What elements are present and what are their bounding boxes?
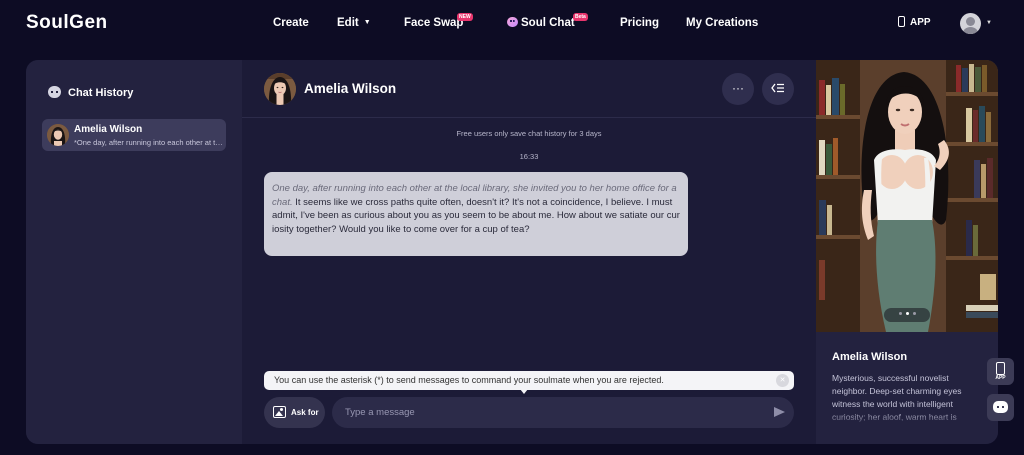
profile-description: Mysterious, successful novelist neighbor… (832, 373, 962, 422)
more-horizontal-icon: ··· (732, 81, 744, 95)
send-icon[interactable] (774, 407, 785, 417)
soul-chat-icon (507, 17, 518, 27)
collapse-panel-icon (771, 83, 784, 93)
nav-edit-label: Edit (337, 17, 359, 29)
history-item-preview: *One day, after running into each other … (74, 138, 224, 147)
nav-create[interactable]: Create (273, 17, 309, 29)
more-options-button[interactable]: ··· (722, 73, 754, 105)
new-badge: NEW (457, 13, 473, 21)
profile-photo[interactable] (816, 60, 998, 332)
nav-soul-chat-label: Soul Chat (521, 17, 575, 29)
beta-badge: Beta (573, 13, 588, 21)
chat-history-label: Chat History (68, 87, 134, 99)
close-icon[interactable]: ✕ (776, 374, 789, 387)
profile-name: Amelia Wilson (832, 351, 908, 363)
chat-history-item[interactable]: Amelia Wilson *One day, after running in… (42, 119, 226, 151)
floating-chat-button[interactable] (987, 394, 1014, 421)
soulgen-logo[interactable]: SoulGen (26, 12, 108, 34)
carousel-dot[interactable] (898, 312, 902, 316)
history-notice: Free users only save chat history for 3 … (456, 129, 602, 138)
chevron-down-icon: ▼ (363, 19, 371, 26)
chat-area: Amelia Wilson ··· Free users only save c… (242, 60, 816, 444)
image-icon (273, 406, 286, 418)
carousel-dot[interactable] (912, 312, 916, 316)
avatar[interactable] (264, 73, 296, 105)
nav-soul-chat[interactable]: Soul Chat Beta (507, 13, 588, 29)
tooltip-arrow (520, 389, 528, 394)
incoming-message: One day, after running into each other a… (264, 172, 688, 256)
message-input[interactable] (332, 397, 794, 428)
avatar (47, 124, 69, 146)
phone-icon (996, 362, 1005, 375)
chevron-down-icon[interactable]: ▼ (986, 20, 992, 26)
message-text: It seems like we cross paths quite often… (272, 196, 680, 235)
message-timestamp: 16:33 (519, 152, 539, 161)
user-avatar[interactable] (960, 13, 981, 34)
nav-face-swap[interactable]: Face Swap NEW (404, 13, 473, 29)
chat-icon (993, 401, 1008, 413)
carousel-dot-active[interactable] (905, 312, 909, 316)
nav-my-creations[interactable]: My Creations (686, 17, 758, 29)
chat-history-title: Chat History (48, 86, 133, 99)
carousel-dots[interactable] (884, 308, 930, 322)
nav-edit[interactable]: Edit ▼ (337, 17, 371, 29)
top-navigation: SoulGen Create Edit ▼ Face Swap NEW Soul … (0, 0, 1024, 48)
ask-for-label: Ask for (291, 408, 319, 417)
chat-icon (48, 86, 61, 98)
history-item-name: Amelia Wilson (74, 124, 143, 135)
chat-panel: Chat History Amelia Wilson *One day, aft… (26, 60, 998, 444)
floating-app-label: APP (995, 375, 1006, 381)
profile-panel: Amelia Wilson Mysterious, successful nov… (816, 60, 998, 444)
hint-text: You can use the asterisk (*) to send mes… (274, 375, 664, 385)
phone-icon (898, 16, 905, 27)
asterisk-hint: You can use the asterisk (*) to send mes… (264, 371, 794, 394)
floating-app-button[interactable]: APP (987, 358, 1014, 385)
app-link-label: APP (910, 17, 931, 28)
nav-pricing[interactable]: Pricing (620, 17, 659, 29)
nav-face-swap-label: Face Swap (404, 17, 464, 29)
ask-for-photo-button[interactable]: Ask for (264, 397, 325, 428)
app-download-link[interactable]: APP (898, 16, 931, 28)
chat-history-sidebar: Chat History Amelia Wilson *One day, aft… (26, 60, 242, 444)
collapse-profile-button[interactable] (762, 73, 794, 105)
chat-partner-name: Amelia Wilson (304, 81, 397, 96)
chat-header: Amelia Wilson ··· (242, 60, 816, 118)
